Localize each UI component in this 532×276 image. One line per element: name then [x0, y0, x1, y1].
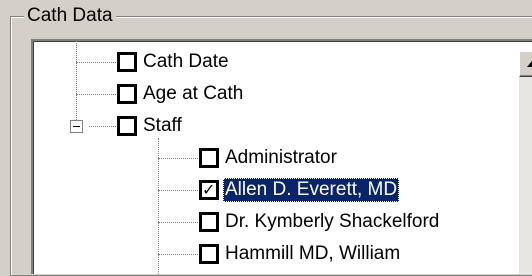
tree-item-label: Administrator — [225, 147, 337, 168]
tree-view[interactable]: Cath Date Age at Cath Staff Administrato… — [31, 39, 532, 274]
tree-item-label: Dr. Kymberly Shackelford — [225, 211, 440, 232]
tree-item-kymberly-shackelford[interactable]: Dr. Kymberly Shackelford — [199, 210, 441, 234]
tree-line — [158, 254, 198, 255]
checkbox[interactable] — [117, 52, 137, 72]
tree-item-label: Cath Date — [143, 51, 229, 72]
collapse-icon[interactable] — [70, 120, 83, 133]
tree-item-label: Age at Cath — [143, 83, 244, 104]
tree-line — [158, 190, 198, 191]
tree-item-label: Hammill MD, William — [225, 243, 401, 264]
checkbox[interactable] — [117, 116, 137, 136]
tree-line — [89, 126, 116, 127]
tree-line — [76, 62, 116, 63]
checkbox[interactable] — [117, 84, 137, 104]
tree-item-age-at-cath[interactable]: Age at Cath — [117, 82, 245, 106]
vertical-scrollbar[interactable] — [519, 51, 532, 274]
tree-item-staff[interactable]: Staff — [117, 114, 184, 138]
checkbox-checked[interactable] — [199, 180, 219, 200]
tree-line — [76, 94, 116, 95]
checkbox[interactable] — [199, 212, 219, 232]
scroll-up-button[interactable] — [519, 51, 532, 77]
tree-item-label: Allen D. Everett, MD — [223, 178, 400, 202]
tree-line — [158, 158, 198, 159]
tree-line — [158, 222, 198, 223]
groupbox-title: Cath Data — [24, 4, 116, 28]
tree-item-administrator[interactable]: Administrator — [199, 146, 339, 170]
tree-item-label: Staff — [143, 115, 182, 136]
checkbox[interactable] — [199, 148, 219, 168]
checkbox[interactable] — [199, 244, 219, 264]
tree-item-allen-everett[interactable]: Allen D. Everett, MD — [199, 178, 400, 202]
tree-item-hammill-william[interactable]: Hammill MD, William — [199, 242, 402, 266]
tree-item-cath-date[interactable]: Cath Date — [117, 50, 231, 74]
arrow-up-icon — [527, 61, 532, 67]
tree-line — [76, 41, 77, 126]
